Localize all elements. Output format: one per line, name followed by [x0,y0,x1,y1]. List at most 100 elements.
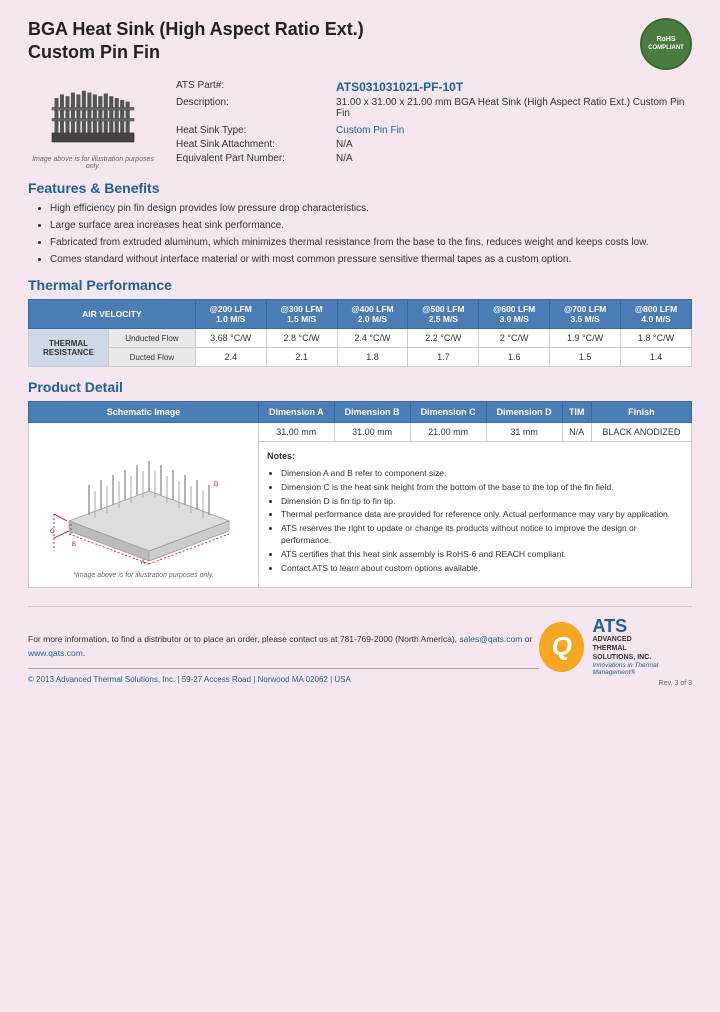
finish-value: BLACK ANODIZED [591,423,691,442]
footer-contact: For more information, to find a distribu… [28,633,539,687]
part-number-label: ATS Part#: [176,80,336,91]
product-detail-section: Product Detail Schematic Image Dimension… [28,379,692,588]
features-title: Features & Benefits [28,180,692,196]
ducted-label: Ducted Flow [109,348,196,367]
feature-item: Comes standard without interface materia… [50,253,692,267]
notes-cell: Notes: Dimension A and B refer to compon… [259,442,692,588]
ats-q-icon: Q [539,622,584,672]
detail-table: Schematic Image Dimension A Dimension B … [28,401,692,588]
attachment-value: N/A [336,139,353,150]
ats-full-name: ADVANCED THERMAL SOLUTIONS, INC. [592,635,692,662]
thermal-table: AIR VELOCITY @200 LFM 1.0 M/S @300 LFM 1… [28,299,692,367]
lfm-300-header: @300 LFM 1.5 M/S [266,300,337,329]
ducted-val-3: 1.7 [408,348,479,367]
detail-values-row: C A B D *Image above is for illustration… [29,423,692,442]
website-link[interactable]: www.qats.com [28,648,83,658]
ats-text: ATS ADVANCED THERMAL SOLUTIONS, INC. Inn… [592,617,692,676]
part-number-row: ATS Part#: ATS031031021-PF-10T [176,80,692,94]
svg-text:B: B [72,542,76,548]
product-detail-title: Product Detail [28,379,692,395]
note-item: Dimension D is fin tip to fin tip. [281,496,683,508]
rohs-badge: RoHS COMPLIANT [640,18,692,70]
ducted-val-5: 1.5 [550,348,621,367]
ducted-val-4: 1.6 [479,348,550,367]
thermal-title: Thermal Performance [28,277,692,293]
title-line1: BGA Heat Sink (High Aspect Ratio Ext.) [28,19,364,39]
lfm-800-header: @800 LFM 4.0 M/S [621,300,692,329]
ducted-row: Ducted Flow 2.4 2.1 1.8 1.7 1.6 1.5 1.4 [29,348,692,367]
lfm-400-header: @400 LFM 2.0 M/S [337,300,408,329]
thermal-section: Thermal Performance AIR VELOCITY @200 LF… [28,277,692,367]
dim-c-value: 21.00 mm [410,423,486,442]
ats-logo-block: Q ATS ADVANCED THERMAL SOLUTIONS, INC. I… [539,617,692,687]
email-link[interactable]: sales@qats.com [459,634,522,644]
attachment-row: Heat Sink Attachment: N/A [176,139,692,150]
product-info-section: Image above is for illustration purposes… [28,80,692,170]
product-specs: ATS Part#: ATS031031021-PF-10T Descripti… [176,80,692,170]
tim-value: N/A [562,423,591,442]
description-label: Description: [176,97,336,108]
schematic-svg: C A B D [49,431,239,566]
lfm-500-header: @500 LFM 2.5 M/S [408,300,479,329]
unducted-label: Unducted Flow [109,329,196,348]
feature-item: High efficiency pin fin design provides … [50,202,692,216]
dim-d-value: 31 mm [486,423,562,442]
unducted-val-4: 2 °C/W [479,329,550,348]
heat-sink-type-row: Heat Sink Type: Custom Pin Fin [176,125,692,136]
note-item: ATS reserves the right to update or chan… [281,523,683,547]
note-item: Thermal performance data are provided fo… [281,509,683,521]
unducted-val-5: 1.9 °C/W [550,329,621,348]
dim-c-header: Dimension C [410,402,486,423]
features-list: High efficiency pin fin design provides … [28,202,692,267]
tim-header: TIM [562,402,591,423]
product-title: BGA Heat Sink (High Aspect Ratio Ext.) C… [28,18,364,65]
page-header: BGA Heat Sink (High Aspect Ratio Ext.) C… [28,18,692,70]
svg-text:A: A [141,560,145,566]
footer-contact-text: For more information, to find a distribu… [28,633,539,660]
thermal-resistance-label: THERMAL RESISTANCE [29,329,109,367]
ducted-val-2: 1.8 [337,348,408,367]
product-image-caption: Image above is for illustration purposes… [28,156,158,170]
description-row: Description: 31.00 x 31.00 x 21.00 mm BG… [176,97,692,119]
finish-header: Finish [591,402,691,423]
dim-b-value: 31.00 mm [334,423,410,442]
svg-text:C: C [50,529,55,535]
feature-item: Large surface area increases heat sink p… [50,219,692,233]
ats-name: ATS [592,617,692,635]
unducted-val-1: 2.8 °C/W [266,329,337,348]
unducted-val-2: 2.4 °C/W [337,329,408,348]
dim-d-header: Dimension D [486,402,562,423]
footer-section: For more information, to find a distribu… [28,606,692,687]
equivalent-label: Equivalent Part Number: [176,153,336,164]
description-value: 31.00 x 31.00 x 21.00 mm BGA Heat Sink (… [336,97,692,119]
unducted-val-3: 2.2 °C/W [408,329,479,348]
ducted-val-6: 1.4 [621,348,692,367]
lfm-600-header: @600 LFM 3.0 M/S [479,300,550,329]
features-section: Features & Benefits High efficiency pin … [28,180,692,267]
unducted-val-6: 1.8 °C/W [621,329,692,348]
copyright: © 2013 Advanced Thermal Solutions, Inc. … [28,668,539,687]
note-item: Dimension C is the heat sink height from… [281,482,683,494]
schematic-caption: *Image above is for illustration purpose… [37,572,250,579]
air-velocity-header: AIR VELOCITY [29,300,196,329]
product-image-block: Image above is for illustration purposes… [28,80,158,170]
lfm-700-header: @700 LFM 3.5 M/S [550,300,621,329]
note-item: Contact ATS to learn about custom option… [281,563,683,575]
heatsink-illustration [33,80,153,153]
notes-list: Dimension A and B refer to component siz… [267,468,683,575]
ducted-val-1: 2.1 [266,348,337,367]
lfm-200-header: @200 LFM 1.0 M/S [195,300,266,329]
ats-tagline: Innovations in Thermal Management® [592,662,692,676]
equivalent-value: N/A [336,153,353,164]
heat-sink-type-label: Heat Sink Type: [176,125,336,136]
attachment-label: Heat Sink Attachment: [176,139,336,150]
page-number: Rev. 3 of 3 [659,680,692,687]
schematic-header: Schematic Image [29,402,259,423]
feature-item: Fabricated from extruded aluminum, which… [50,236,692,250]
dim-b-header: Dimension B [334,402,410,423]
note-item: Dimension A and B refer to component siz… [281,468,683,480]
ducted-val-0: 2.4 [195,348,266,367]
heat-sink-type-value: Custom Pin Fin [336,125,404,136]
note-item: ATS certifies that this heat sink assemb… [281,549,683,561]
title-line2: Custom Pin Fin [28,42,160,62]
